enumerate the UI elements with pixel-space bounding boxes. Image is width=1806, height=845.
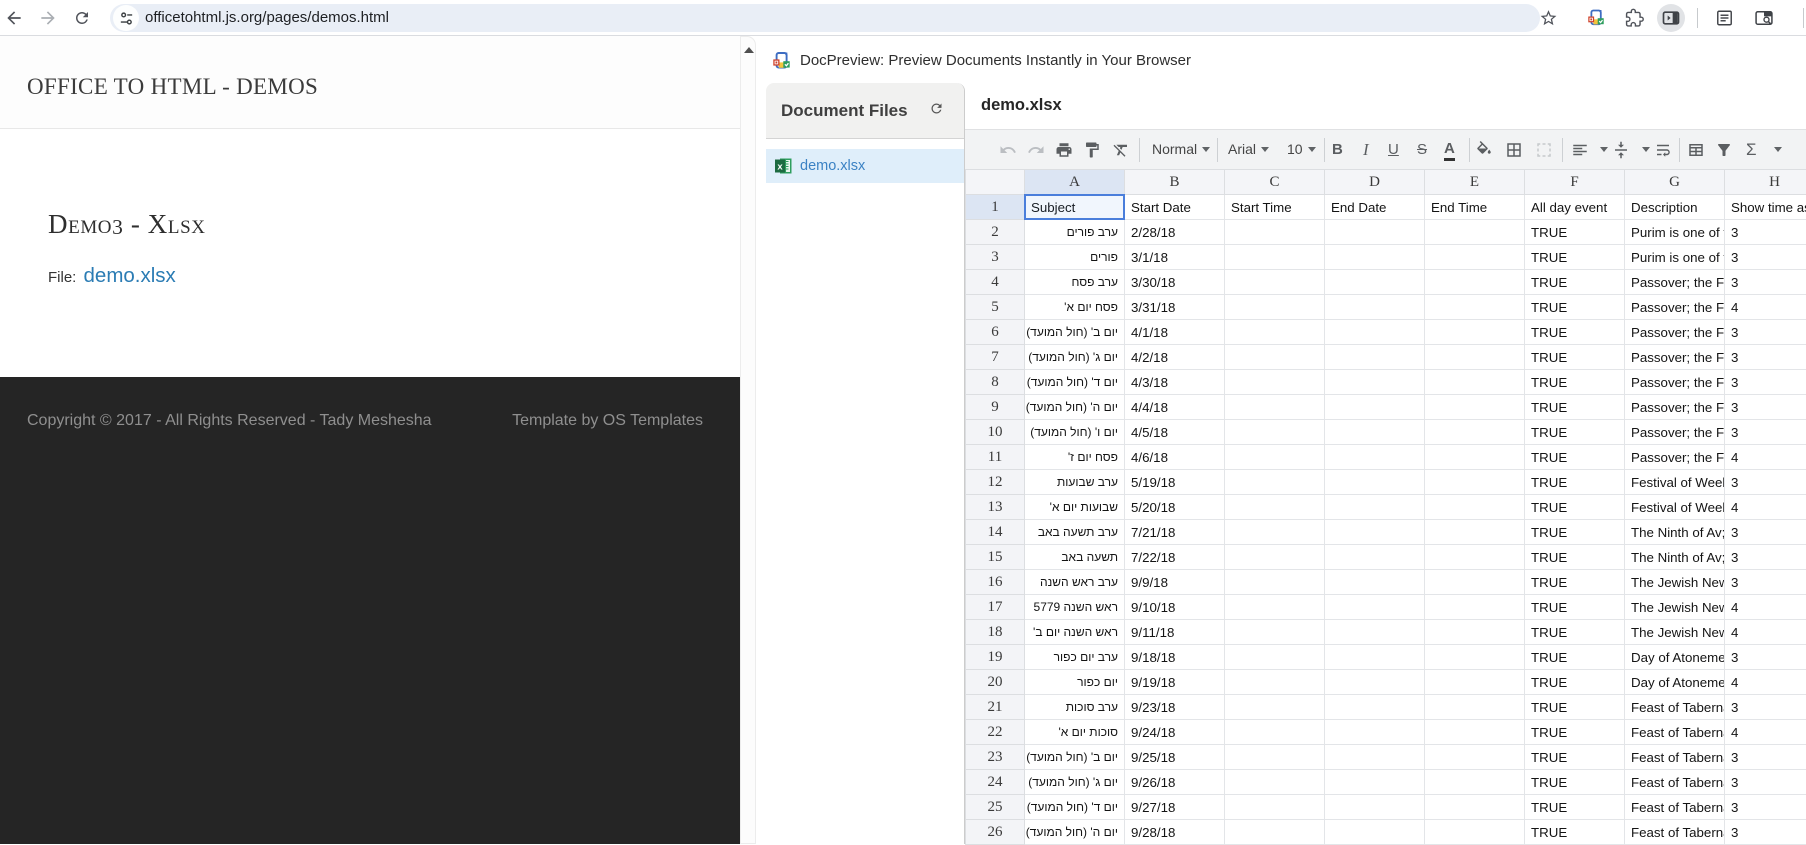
svg-text:x: x [777,162,783,173]
